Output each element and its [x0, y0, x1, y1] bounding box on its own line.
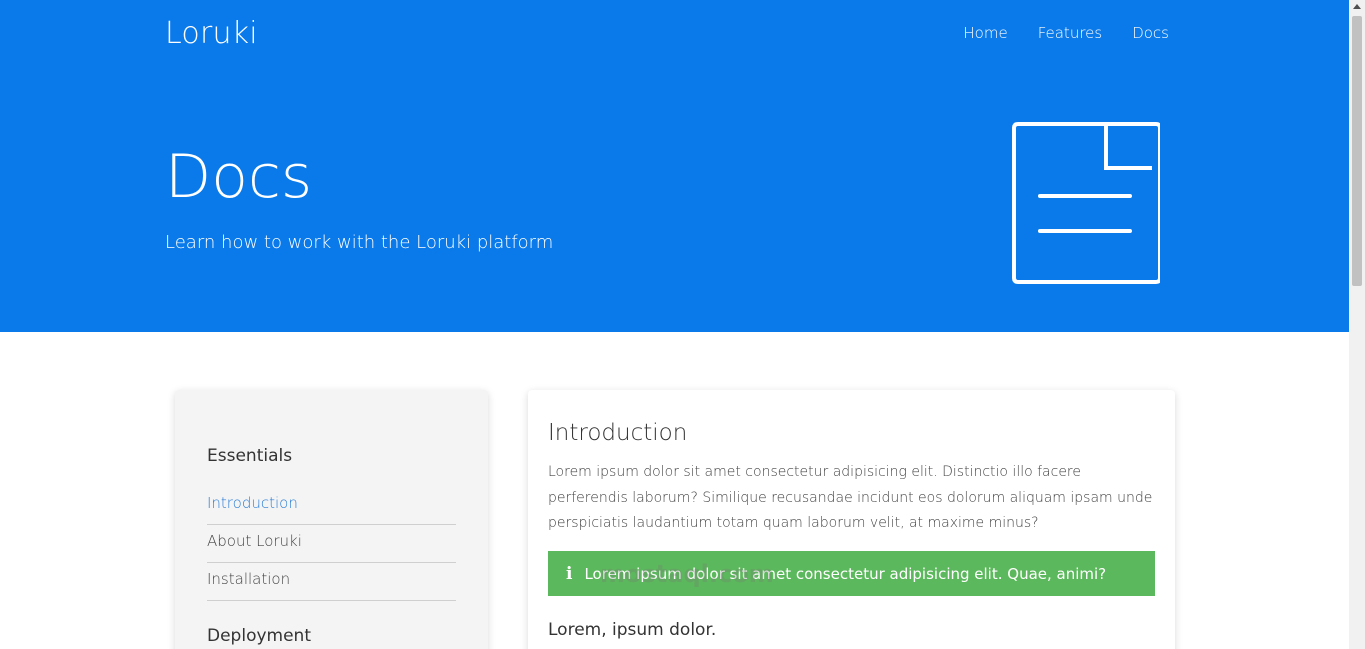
- nav-docs-link[interactable]: Docs: [1132, 24, 1169, 42]
- sidebar-item-installation[interactable]: Installation: [207, 563, 456, 601]
- page-scrollbar[interactable]: [1349, 0, 1365, 649]
- docs-sidebar: Essentials Introduction About Loruki Ins…: [175, 390, 488, 649]
- sidebar-item-introduction[interactable]: Introduction: [207, 487, 456, 525]
- sidebar-heading-deployment: Deployment: [207, 626, 311, 646]
- content-subheading: Lorem, ipsum dolor.: [548, 620, 717, 640]
- brand-logo[interactable]: Loruki: [165, 16, 258, 51]
- docs-content: Introduction Lorem ipsum dolor sit amet …: [528, 390, 1175, 649]
- nav-home-link[interactable]: Home: [963, 24, 1007, 42]
- watermark: mostaql.com: [600, 560, 774, 588]
- nav-features-link[interactable]: Features: [1038, 24, 1103, 42]
- content-paragraph: Lorem ipsum dolor sit amet consectetur a…: [548, 464, 1153, 531]
- hero-banner: Loruki Home Features Docs Docs Learn how…: [0, 0, 1349, 332]
- top-nav: Home Features Docs: [963, 24, 1169, 42]
- page-title: Docs: [165, 142, 313, 212]
- scroll-up-icon[interactable]: [1353, 4, 1361, 9]
- info-icon: i: [566, 563, 573, 584]
- sidebar-heading-essentials: Essentials: [207, 446, 293, 466]
- page-subtitle: Learn how to work with the Loruki platfo…: [165, 232, 554, 253]
- sidebar-item-about-loruki[interactable]: About Loruki: [207, 525, 456, 563]
- document-icon: [1012, 122, 1160, 284]
- scroll-thumb[interactable]: [1352, 16, 1362, 286]
- content-title: Introduction: [548, 420, 688, 446]
